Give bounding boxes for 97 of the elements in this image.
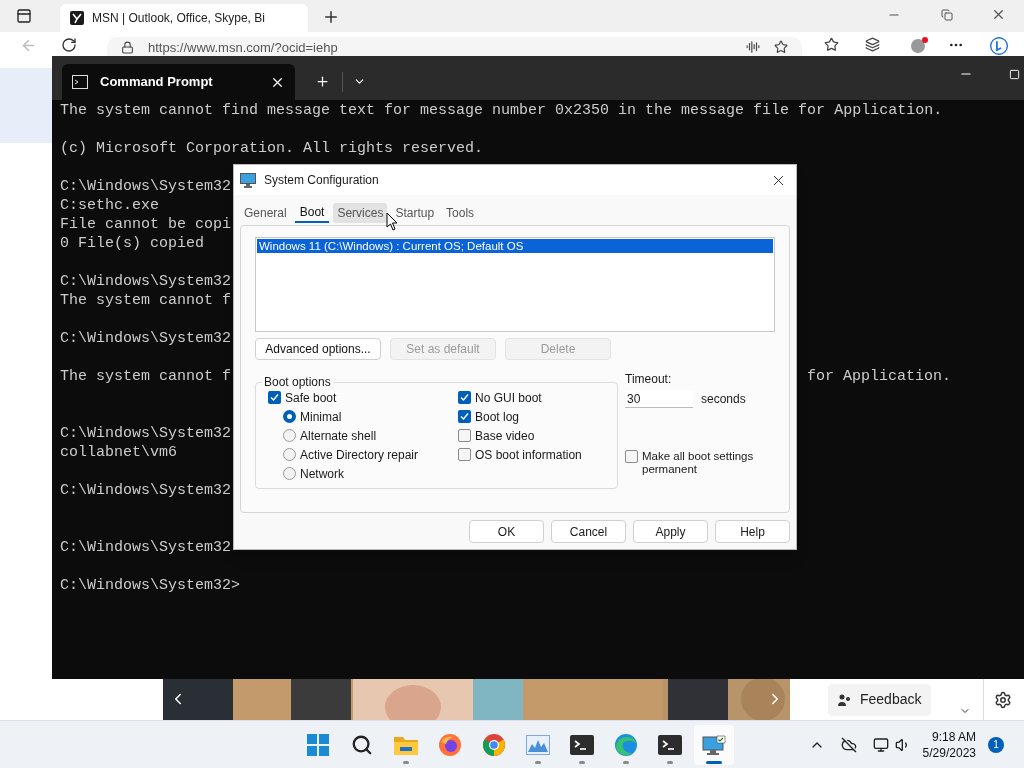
star-icon[interactable]	[774, 40, 788, 54]
running-indicator	[706, 760, 722, 764]
maximize-icon[interactable]	[1009, 69, 1020, 80]
restore-icon[interactable]	[941, 9, 953, 21]
checkbox[interactable]	[458, 410, 471, 423]
profile-icon[interactable]	[910, 37, 928, 53]
console-line: C:\Windows\System32	[60, 177, 232, 196]
terminal-icon	[570, 734, 594, 755]
running-indicator	[623, 760, 629, 764]
dialog-button[interactable]: OK	[469, 520, 544, 543]
collections-icon[interactable]	[865, 37, 880, 52]
running-indicator	[535, 760, 541, 764]
taskbar-button[interactable]	[694, 724, 734, 765]
close-icon[interactable]	[991, 7, 1006, 22]
settings-icon[interactable]	[994, 690, 1013, 709]
option-label: OS boot information	[475, 446, 582, 464]
notification-badge[interactable]: 1	[988, 736, 1004, 753]
unit-label: seconds	[701, 391, 746, 408]
checkbox[interactable]	[625, 450, 638, 463]
console-line: The system cannot f	[60, 367, 232, 386]
console-line: collabnet\vm6	[60, 443, 178, 462]
option-label: Alternate shell	[300, 427, 377, 445]
folder-icon	[394, 734, 418, 755]
timeout-label: Timeout:	[625, 371, 673, 388]
console-line: C:\Windows\System32	[60, 538, 232, 557]
radio-button[interactable]	[283, 429, 296, 442]
terminal-icon	[658, 734, 682, 755]
group-label: Boot options	[263, 374, 332, 391]
option-label: Minimal	[300, 408, 342, 426]
aperture-icon	[483, 733, 505, 756]
tab[interactable]: Services	[333, 203, 388, 223]
grid-icon	[307, 733, 329, 756]
console-line: The system cannot find message text for message number 0x2350 in the message file for Application.	[60, 101, 943, 120]
console-icon	[72, 75, 88, 89]
dialog-button[interactable]: Help	[715, 520, 790, 543]
new-tab-icon[interactable]	[315, 74, 330, 89]
console-line: (c) Microsoft Corporation. All rights reserved.	[60, 139, 484, 158]
tab[interactable]: Tools	[442, 203, 479, 223]
dialog-button[interactable]: Apply	[633, 520, 708, 543]
clock[interactable]: 9:18 AM 5/29/2023	[922, 728, 976, 761]
monitor-icon	[240, 172, 256, 188]
read-aloud-icon[interactable]	[746, 40, 760, 54]
tab[interactable]: General	[240, 203, 291, 223]
lock-icon	[121, 41, 134, 54]
option-label: No GUI boot	[475, 389, 542, 407]
console-line: 0 File(s) copied	[60, 234, 205, 253]
console-line: C:sethc.exe	[60, 196, 160, 215]
date-text: 5/29/2023	[922, 744, 976, 761]
wave-icon	[615, 733, 637, 756]
tab-actions-icon[interactable]	[16, 8, 32, 24]
console-line: C:\Windows\System32>	[60, 576, 241, 595]
radio-button[interactable]	[283, 410, 296, 423]
console-line: The system cannot f	[60, 291, 232, 310]
radio-button[interactable]	[283, 448, 296, 461]
console-line: C:\Windows\System32	[60, 424, 232, 443]
option-label: Safe boot	[285, 389, 337, 407]
radio-button[interactable]	[283, 467, 296, 480]
dialog-button[interactable]: Cancel	[551, 520, 626, 543]
terminal-tab[interactable]: Command Prompt	[62, 64, 295, 100]
console-line: File cannot be copi	[60, 215, 232, 234]
console-line: C:\Windows\System32	[60, 481, 232, 500]
dialog-title: System Configuration	[264, 172, 380, 189]
option-label: Boot log	[475, 408, 520, 426]
refresh-icon[interactable]	[61, 37, 77, 53]
feedback-button[interactable]: Feedback	[828, 683, 932, 716]
console-line: C:\Windows\System32	[60, 272, 232, 291]
checkbox[interactable]	[268, 391, 281, 404]
option-label: Network	[300, 465, 344, 483]
checkbox[interactable]	[458, 448, 471, 461]
option-label: Base video	[475, 427, 535, 445]
timeout-field[interactable]: 30	[625, 390, 693, 408]
url-text: https://www.msn.com/?ocid=iehp	[148, 40, 338, 55]
search-icon	[351, 733, 373, 756]
console-line: C:\Windows\System32	[60, 329, 232, 348]
chart-icon	[526, 734, 550, 755]
browser-tab[interactable]: MSN | Outlook, Office, Skype, Bi	[60, 4, 308, 32]
time-text: 9:18 AM	[931, 728, 976, 745]
globe-icon	[439, 733, 461, 756]
running-indicator	[403, 760, 409, 764]
tab[interactable]: Boot	[294, 203, 330, 223]
list-item[interactable]: Windows 11 (C:\Windows) : Current OS; Default OS	[257, 239, 773, 253]
checkbox[interactable]	[458, 391, 471, 404]
running-indicator	[579, 760, 585, 764]
address-bar[interactable]: https://www.msn.com/?ocid=iehp	[107, 37, 802, 56]
option-label: Active Directory repair	[300, 446, 419, 464]
favorites-icon[interactable]	[824, 37, 839, 52]
tab-title: MSN | Outlook, Office, Skype, Bi	[92, 10, 265, 27]
running-indicator	[667, 760, 673, 764]
monitor-icon	[702, 733, 726, 756]
console-line: for Application.	[806, 367, 951, 386]
checkbox[interactable]	[458, 429, 471, 442]
cloud-off-icon[interactable]	[840, 736, 857, 753]
dialog-button[interactable]: Advanced options...	[255, 338, 381, 360]
option-label: Make all boot settings permanent	[642, 450, 755, 476]
people-icon	[838, 693, 852, 706]
network-icon[interactable]	[872, 736, 889, 753]
tab-title: Command Prompt	[100, 73, 214, 92]
